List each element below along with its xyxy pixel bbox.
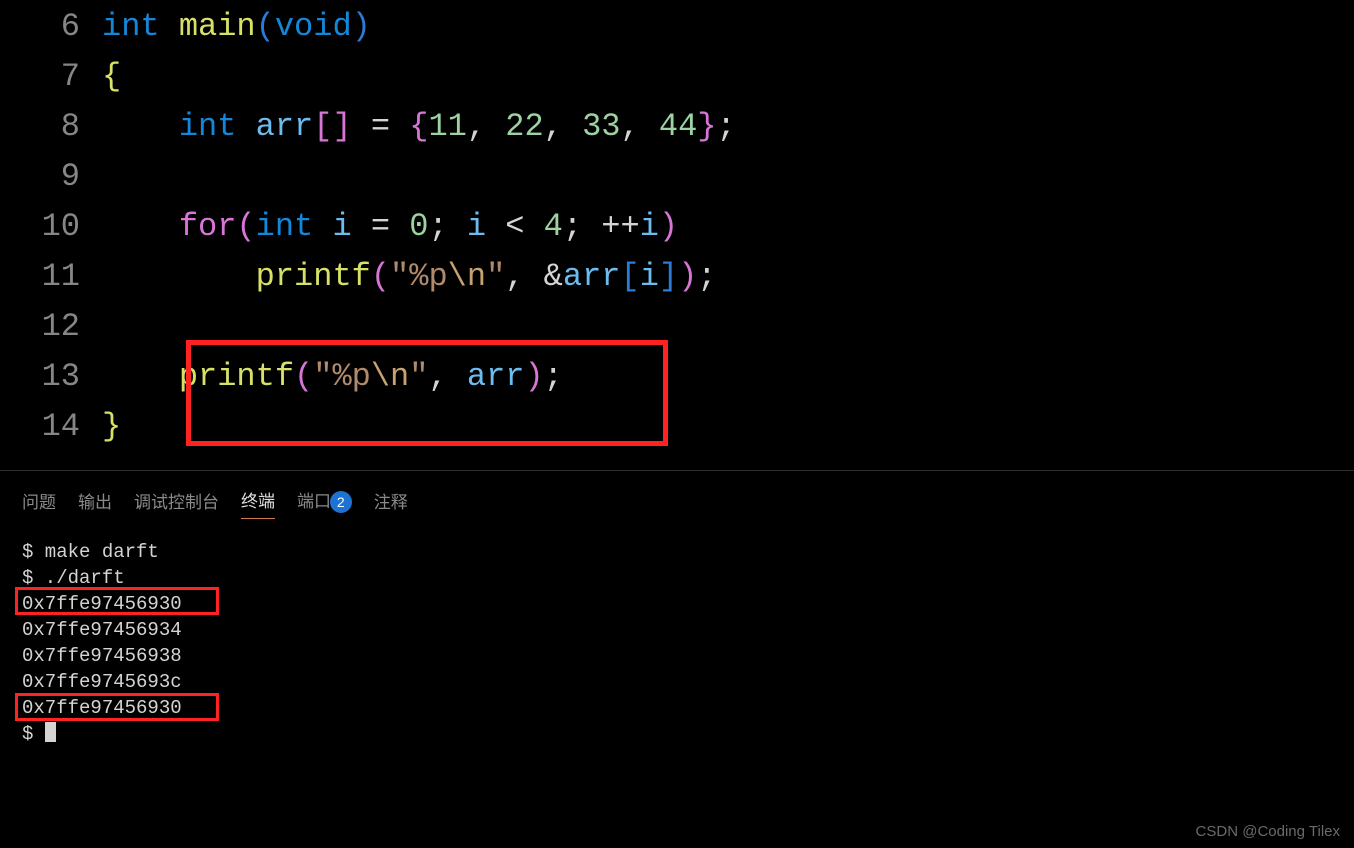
code-content: { [102, 52, 121, 102]
tab-ports-label: 端口 [297, 492, 331, 511]
terminal-line: $ make darft [22, 539, 1332, 565]
line-number: 7 [20, 52, 102, 102]
code-line: 7 { [20, 52, 1354, 102]
code-line: 10 for(int i = 0; i < 4; ++i) [20, 202, 1354, 252]
code-content: printf("%p\n", arr); [102, 352, 563, 402]
tab-terminal[interactable]: 终端 [241, 487, 275, 519]
bottom-panel: 问题 输出 调试控制台 终端 端口 2 注释 $ make darft $ ./… [0, 470, 1354, 848]
panel-tabs: 问题 输出 调试控制台 终端 端口 2 注释 [0, 479, 1354, 525]
tab-ports[interactable]: 端口 2 [297, 487, 352, 519]
code-line: 11 printf("%p\n", &arr[i]); [20, 252, 1354, 302]
code-line: 13 printf("%p\n", arr); [20, 352, 1354, 402]
line-number: 10 [20, 202, 102, 252]
terminal-line: 0x7ffe9745693c [22, 669, 1332, 695]
code-line: 8 int arr[] = {11, 22, 33, 44}; [20, 102, 1354, 152]
ports-badge: 2 [330, 491, 352, 513]
terminal-line: 0x7ffe97456934 [22, 617, 1332, 643]
code-line: 9 [20, 152, 1354, 202]
code-editor[interactable]: 6 int main(void) 7 { 8 int arr[] = {11, … [0, 0, 1354, 470]
terminal-line: 0x7ffe97456930 [22, 695, 1332, 721]
line-number: 8 [20, 102, 102, 152]
tab-comments[interactable]: 注释 [374, 488, 408, 519]
terminal-line: 0x7ffe97456930 [22, 591, 1332, 617]
code-content: } [102, 402, 121, 452]
tab-output[interactable]: 输出 [78, 488, 112, 519]
code-line: 12 [20, 302, 1354, 352]
line-number: 12 [20, 302, 102, 352]
line-number: 14 [20, 402, 102, 452]
watermark: CSDN @Coding Tilex [1196, 823, 1340, 840]
code-content: for(int i = 0; i < 4; ++i) [102, 202, 678, 252]
terminal-output[interactable]: $ make darft $ ./darft 0x7ffe97456930 0x… [0, 525, 1354, 761]
line-number: 11 [20, 252, 102, 302]
line-number: 6 [20, 2, 102, 52]
code-line: 14 } [20, 402, 1354, 452]
code-content: printf("%p\n", &arr[i]); [102, 252, 717, 302]
terminal-line: $ ./darft [22, 565, 1332, 591]
terminal-line: $ [22, 721, 1332, 747]
line-number: 13 [20, 352, 102, 402]
code-content: int main(void) [102, 2, 371, 52]
terminal-cursor [45, 722, 56, 742]
tab-problems[interactable]: 问题 [22, 488, 56, 519]
tab-debug-console[interactable]: 调试控制台 [134, 488, 219, 519]
terminal-line: 0x7ffe97456938 [22, 643, 1332, 669]
code-line: 6 int main(void) [20, 2, 1354, 52]
line-number: 9 [20, 152, 102, 202]
code-content: int arr[] = {11, 22, 33, 44}; [102, 102, 736, 152]
